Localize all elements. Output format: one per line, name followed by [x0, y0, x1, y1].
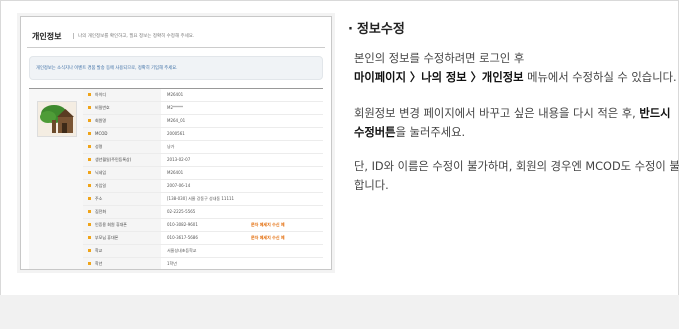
bullet-icon — [88, 249, 91, 252]
menu-path: 마이페이지 〉나의 정보 〉개인정보 — [354, 71, 524, 84]
row-label-cell: 가입일 — [83, 180, 161, 192]
screenshot-desc: 나의 개인정보를 확인하고, 필요 정보는 정확히 수정해 주세요. — [73, 33, 194, 39]
photo-column — [29, 89, 84, 269]
edit-button-text: 수정버튼 — [354, 126, 396, 139]
row-value: [138-030] 서울 강동구 성내동 11111 — [167, 196, 235, 201]
table-row: 생년월일(주민등록상) 2013-02-07 — [83, 154, 323, 167]
row-label: 학년 — [95, 261, 103, 266]
row-value: M2***** — [167, 105, 183, 110]
table-row: 학교 서울성내초등학교 — [83, 245, 323, 258]
table-row: MCOD 2000561 — [83, 128, 323, 141]
sms-consent: 문자 메세지 수신 예 — [251, 235, 285, 240]
row-label-cell: 성명 — [83, 141, 161, 153]
row-value: 2007-06-14 — [167, 183, 191, 188]
bullet-icon — [88, 119, 91, 122]
table-row: 회원명 M264_01 — [83, 115, 323, 128]
table-row: 집전화 02-2225-5565 — [83, 206, 323, 219]
table-row: 학년 1학년 — [83, 258, 323, 269]
row-label: 인증용 회원 휴대폰 — [95, 222, 127, 227]
row-value: 1학년 — [167, 261, 177, 266]
row-label: 학교 — [95, 248, 103, 253]
row-value: M26401 — [167, 170, 184, 175]
row-value: 02-2225-5565 — [167, 209, 196, 214]
bullet-icon — [88, 106, 91, 109]
section-heading: 정보수정 — [348, 18, 405, 37]
row-label-cell: 집전화 — [83, 206, 161, 218]
p2-line2: 수정버튼을 눌러주세요. — [354, 126, 466, 139]
row-value: 2013-02-07 — [167, 157, 191, 162]
row-label: 닉네임 — [95, 170, 107, 175]
row-value: 서울성내초등학교 — [167, 248, 197, 253]
row-label-cell: 학교 — [83, 245, 161, 257]
screenshot-title: 개인정보 — [32, 32, 62, 41]
bullet-icon — [88, 210, 91, 213]
row-label: 집전화 — [95, 209, 107, 214]
bullet-icon — [88, 158, 91, 161]
bullet-icon — [88, 132, 91, 135]
row-label: 비밀번호 — [95, 105, 110, 110]
bullet-icon — [88, 184, 91, 187]
p3-line1: 단, ID와 이름은 수정이 불가하며, 회원의 경우엔 MCOD도 수정이 불… — [354, 160, 679, 173]
paragraph-2: 회원정보 변경 페이지에서 바꾸고 싶은 내용을 다시 적은 후, 반드시 수정… — [354, 104, 671, 142]
row-label-cell: MCOD — [83, 128, 161, 140]
screenshot-notice: 개인정보는 소식지나 이벤트 경품 발송 등에 사용되므로, 정확히 기입해 주… — [29, 56, 323, 80]
row-value: 010-3082-9601 — [167, 222, 198, 227]
row-label-cell: 닉네임 — [83, 167, 161, 179]
profile-screenshot: 개인정보 나의 개인정보를 확인하고, 필요 정보는 정확히 수정해 주세요. … — [20, 16, 332, 270]
row-label: 회원명 — [95, 118, 107, 123]
row-label: 주소 — [95, 196, 103, 201]
table-row: 닉네임 M26401 — [83, 167, 323, 180]
row-label-cell: 부모님 휴대폰 — [83, 232, 161, 244]
screenshot-title-bar: 개인정보 나의 개인정보를 확인하고, 필요 정보는 정확히 수정해 주세요. — [27, 25, 325, 48]
row-value: 010-3617-5686 — [167, 235, 198, 240]
row-label-cell: 회원명 — [83, 115, 161, 127]
p1-line1: 본인의 정보를 수정하려면 로그인 후 — [354, 52, 525, 65]
profile-photo — [37, 101, 77, 137]
row-label-cell: 인증용 회원 휴대폰 — [83, 219, 161, 231]
row-label-cell: 학년 — [83, 258, 161, 269]
row-label-cell: 아이디 — [83, 89, 161, 101]
profile-table: 아이디 M26401 비밀번호 M2***** 회원명 M264_01 MCOD 200056… — [29, 88, 323, 269]
row-label: 생년월일(주민등록상) — [95, 157, 132, 162]
profile-rows: 아이디 M26401 비밀번호 M2***** 회원명 M264_01 MCOD 200056… — [83, 89, 323, 269]
table-row: 가입일 2007-06-14 — [83, 180, 323, 193]
table-row: 비밀번호 M2***** — [83, 102, 323, 115]
sms-consent: 문자 메세지 수신 예 — [251, 222, 285, 227]
row-label-cell: 생년월일(주민등록상) — [83, 154, 161, 166]
bullet-icon — [88, 93, 91, 96]
row-value: 2000561 — [167, 131, 185, 136]
row-label-cell: 비밀번호 — [83, 102, 161, 114]
bullet-icon — [88, 223, 91, 226]
table-row: 인증용 회원 휴대폰 010-3082-9601 문자 메세지 수신 예 — [83, 219, 323, 232]
bullet-icon — [88, 262, 91, 265]
row-label: 성명 — [95, 144, 103, 149]
table-row: 주소 [138-030] 서울 강동구 성내동 11111 — [83, 193, 323, 206]
bullet-icon — [88, 171, 91, 174]
row-label-cell: 주소 — [83, 193, 161, 205]
row-label: 아이디 — [95, 92, 107, 97]
p3-line2: 합니다. — [354, 179, 389, 192]
table-row: 성명 냥가 — [83, 141, 323, 154]
p2-line1: 회원정보 변경 페이지에서 바꾸고 싶은 내용을 다시 적은 후, 반드시 — [354, 107, 671, 120]
row-value: M264_01 — [167, 118, 186, 123]
paragraph-3: 단, ID와 이름은 수정이 불가하며, 회원의 경우엔 MCOD도 수정이 불… — [354, 157, 679, 195]
bullet-icon — [88, 145, 91, 148]
bullet-icon — [88, 197, 91, 200]
bullet-icon — [88, 236, 91, 239]
table-row: 부모님 휴대폰 010-3617-5686 문자 메세지 수신 예 — [83, 232, 323, 245]
row-label: MCOD — [95, 131, 108, 136]
row-value: M26401 — [167, 92, 184, 97]
p1-line2: 마이페이지 〉나의 정보 〉개인정보 메뉴에서 수정하실 수 있습니다. — [354, 71, 677, 84]
screenshot-notice-text: 개인정보는 소식지나 이벤트 경품 발송 등에 사용되므로, 정확히 기입해 주… — [36, 66, 178, 71]
table-row: 아이디 M26401 — [83, 89, 323, 102]
row-value: 냥가 — [167, 144, 175, 149]
row-label: 가입일 — [95, 183, 107, 188]
row-label: 부모님 휴대폰 — [95, 235, 119, 240]
paragraph-1: 본인의 정보를 수정하려면 로그인 후 마이페이지 〉나의 정보 〉개인정보 메… — [354, 49, 677, 87]
bottom-band — [0, 295, 679, 329]
